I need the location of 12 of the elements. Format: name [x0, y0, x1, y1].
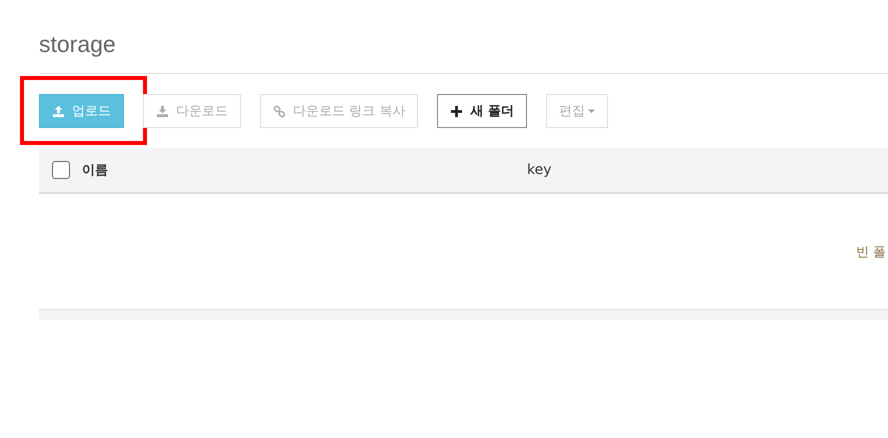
- column-header: 이름: [82, 162, 108, 179]
- toolbar-button[interactable]: 업로드: [39, 94, 124, 128]
- empty-message: 빈 폴: [856, 244, 886, 260]
- link-icon: [273, 104, 286, 118]
- plus-icon: [450, 104, 464, 118]
- toolbar-button[interactable]: 새 폴더: [437, 94, 527, 128]
- select-all-checkbox[interactable]: [52, 161, 70, 179]
- caret-icon: [588, 108, 595, 114]
- download-icon: [156, 104, 169, 118]
- page-title: storage: [39, 30, 117, 59]
- upload-icon: [52, 104, 65, 118]
- column-header: key: [527, 162, 552, 178]
